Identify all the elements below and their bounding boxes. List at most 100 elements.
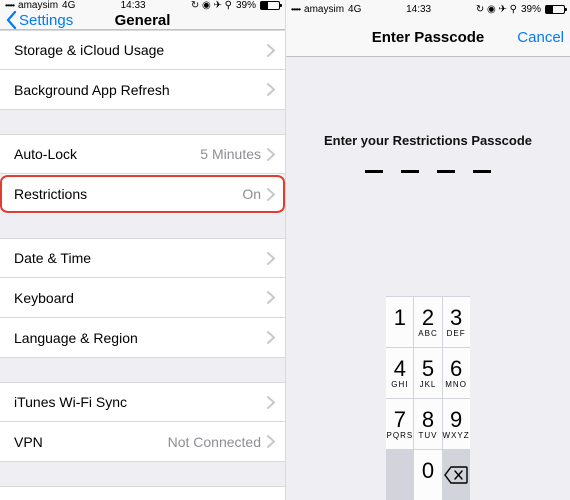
status-icons: ↻ ◉ ✈︎ ⚲ xyxy=(191,0,232,11)
settings-row[interactable]: Background App Refresh xyxy=(0,70,285,110)
status-time: 14:33 xyxy=(406,4,431,15)
keypad-key[interactable]: 4GHI xyxy=(386,348,413,398)
back-button[interactable]: Settings xyxy=(6,11,73,29)
keypad-key[interactable]: 7PQRS xyxy=(386,399,413,449)
chevron-right-icon xyxy=(267,148,275,161)
settings-row[interactable]: Language & Region xyxy=(0,318,285,358)
key-letters: ABC xyxy=(418,330,437,338)
row-label: Language & Region xyxy=(14,330,267,346)
settings-group: Date & Time Keyboard Language & Region xyxy=(0,238,285,358)
key-letters: JKL xyxy=(420,381,437,389)
keypad-key[interactable]: 5JKL xyxy=(414,348,441,398)
keypad-key[interactable]: 8TUV xyxy=(414,399,441,449)
passcode-dash xyxy=(365,170,383,173)
nav-bar: Enter Passcode Cancel xyxy=(286,18,570,57)
key-digit: 8 xyxy=(422,409,434,431)
key-digit: 1 xyxy=(394,307,406,329)
row-value: 5 Minutes xyxy=(200,146,261,162)
signal-dots-icon: ••••• xyxy=(291,5,300,14)
row-label: Date & Time xyxy=(14,250,267,266)
cancel-button[interactable]: Cancel xyxy=(517,29,564,46)
passcode-dash xyxy=(473,170,491,173)
keypad-key[interactable]: 3DEF xyxy=(443,297,470,347)
row-label: Storage & iCloud Usage xyxy=(14,42,267,58)
key-letters: WXYZ xyxy=(443,432,470,440)
key-digit: 0 xyxy=(422,460,434,482)
key-digit: 4 xyxy=(394,358,406,380)
phone-settings-general: ••••• amaysim 4G 14:33 ↻ ◉ ✈︎ ⚲ 39% Sett… xyxy=(0,0,285,500)
passcode-field xyxy=(365,170,491,173)
keypad-key[interactable]: 9WXYZ xyxy=(443,399,470,449)
settings-row[interactable]: VPNNot Connected xyxy=(0,422,285,462)
key-digit: 3 xyxy=(450,307,462,329)
key-digit: 7 xyxy=(394,409,406,431)
chevron-right-icon xyxy=(267,331,275,344)
chevron-right-icon xyxy=(267,252,275,265)
key-letters: TUV xyxy=(418,432,437,440)
chevron-right-icon xyxy=(267,188,275,201)
chevron-right-icon xyxy=(267,83,275,96)
passcode-dash xyxy=(437,170,455,173)
settings-row[interactable]: Auto-Lock5 Minutes xyxy=(0,134,285,174)
chevron-right-icon xyxy=(267,291,275,304)
row-value: Not Connected xyxy=(168,434,261,450)
keypad-key[interactable]: 0 xyxy=(414,450,441,500)
key-letters: DEF xyxy=(447,330,466,338)
phone-enter-passcode: ••••• amaysim 4G 14:33 ↻ ◉ ✈︎ ⚲ 39% Ente… xyxy=(285,0,570,500)
keypad-key[interactable]: 2ABC xyxy=(414,297,441,347)
nav-bar: Settings General xyxy=(0,11,285,30)
settings-group: Auto-Lock5 MinutesRestrictionsOn xyxy=(0,134,285,214)
keypad-blank xyxy=(386,450,413,500)
row-label: Background App Refresh xyxy=(14,82,267,98)
chevron-right-icon xyxy=(267,435,275,448)
chevron-left-icon xyxy=(6,11,17,29)
row-label: Keyboard xyxy=(14,290,267,306)
signal-dots-icon: ••••• xyxy=(5,1,14,10)
backspace-icon xyxy=(444,466,468,484)
battery-icon xyxy=(545,5,565,14)
row-label: Restrictions xyxy=(14,186,242,202)
settings-row[interactable]: RestrictionsOn xyxy=(0,174,285,214)
status-icons: ↻ ◉ ✈︎ ⚲ xyxy=(476,4,517,15)
passcode-prompt: Enter your Restrictions Passcode xyxy=(324,133,532,148)
key-digit: 2 xyxy=(422,307,434,329)
status-bar: ••••• amaysim 4G 14:33 ↻ ◉ ✈︎ ⚲ 39% xyxy=(286,0,570,18)
key-digit: 6 xyxy=(450,358,462,380)
back-label: Settings xyxy=(19,12,73,29)
keypad-delete[interactable] xyxy=(443,450,470,500)
status-time: 14:33 xyxy=(121,0,146,11)
numeric-keypad: 12ABC3DEF4GHI5JKL6MNO7PQRS8TUV9WXYZ0 xyxy=(386,296,469,500)
settings-group: Storage & iCloud Usage Background App Ref… xyxy=(0,30,285,110)
keypad-key[interactable]: 6MNO xyxy=(443,348,470,398)
settings-group: iTunes Wi-Fi Sync VPNNot Connected xyxy=(0,382,285,462)
key-digit: 9 xyxy=(450,409,462,431)
key-letters: GHI xyxy=(391,381,408,389)
passcode-dash xyxy=(401,170,419,173)
settings-group: Regulatory xyxy=(0,486,285,500)
status-bar: ••••• amaysim 4G 14:33 ↻ ◉ ✈︎ ⚲ 39% xyxy=(0,0,285,11)
row-label: VPN xyxy=(14,434,168,450)
network-label: 4G xyxy=(62,0,75,11)
row-label: iTunes Wi-Fi Sync xyxy=(14,394,267,410)
passcode-area: Enter your Restrictions Passcode 12ABC3D… xyxy=(286,57,570,500)
settings-row[interactable]: Keyboard xyxy=(0,278,285,318)
battery-pct: 39% xyxy=(236,0,256,11)
network-label: 4G xyxy=(348,4,361,15)
battery-pct: 39% xyxy=(521,4,541,15)
chevron-right-icon xyxy=(267,44,275,57)
settings-row[interactable]: Date & Time xyxy=(0,238,285,278)
key-digit: 5 xyxy=(422,358,434,380)
key-letters: PQRS xyxy=(387,432,414,440)
battery-icon xyxy=(260,1,280,10)
settings-row[interactable]: Storage & iCloud Usage xyxy=(0,30,285,70)
settings-list: Storage & iCloud Usage Background App Ref… xyxy=(0,30,285,500)
key-letters: MNO xyxy=(445,381,467,389)
settings-row[interactable]: Regulatory xyxy=(0,486,285,500)
carrier-label: amaysim xyxy=(304,4,344,15)
row-label: Auto-Lock xyxy=(14,146,200,162)
carrier-label: amaysim xyxy=(18,0,58,11)
keypad-key[interactable]: 1 xyxy=(386,297,413,347)
settings-row[interactable]: iTunes Wi-Fi Sync xyxy=(0,382,285,422)
chevron-right-icon xyxy=(267,396,275,409)
row-value: On xyxy=(242,186,261,202)
